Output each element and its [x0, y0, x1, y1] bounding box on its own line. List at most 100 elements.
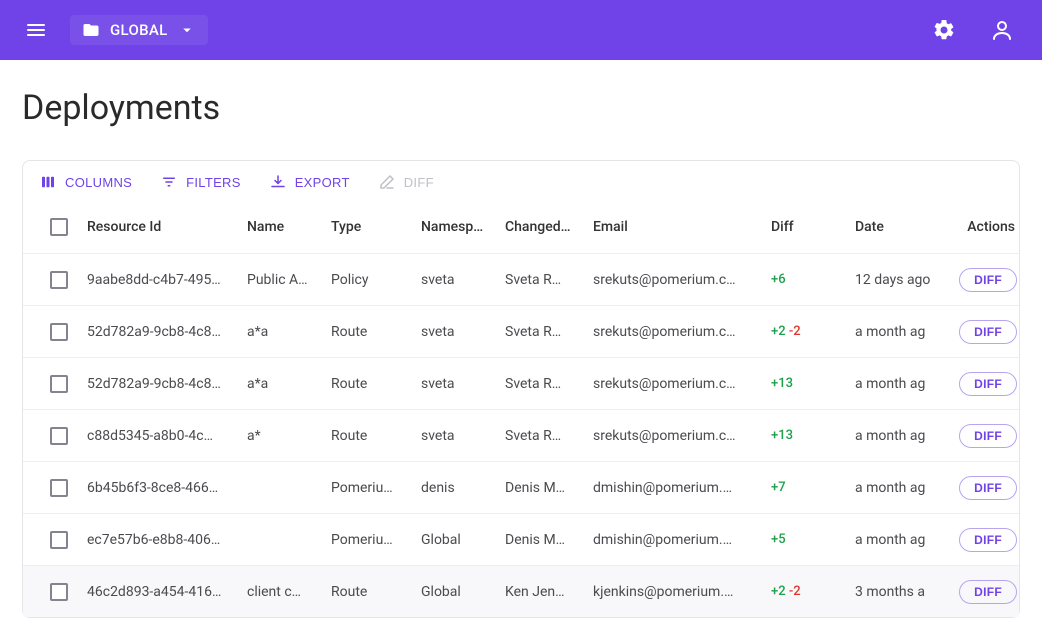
cell-actions: DIFF	[941, 528, 1033, 552]
folder-icon	[82, 21, 100, 39]
col-actions[interactable]: Actions	[941, 219, 1033, 235]
cell-date: a month ag	[849, 376, 941, 392]
cell-resource-id: 52d782a9-9cb8-4c8…	[81, 324, 241, 340]
cell-email: kjenkins@pomerium.…	[587, 584, 765, 600]
cell-namespace: sveta	[415, 376, 499, 392]
cell-changed-by: Denis M…	[499, 480, 587, 496]
cell-date: a month ag	[849, 480, 941, 496]
row-checkbox[interactable]	[50, 323, 68, 341]
cell-type: Pomeriu…	[325, 480, 415, 496]
cell-changed-by: Sveta R…	[499, 428, 587, 444]
cell-name: client c…	[241, 584, 325, 600]
gear-icon	[932, 18, 956, 42]
cell-diff: +6	[765, 272, 849, 287]
cell-diff: +5	[765, 532, 849, 547]
diff-plus: +2	[771, 584, 786, 599]
chevron-down-icon	[178, 21, 196, 39]
cell-namespace: Global	[415, 584, 499, 600]
table-row[interactable]: 46c2d893-a454-416…client c…RouteGlobalKe…	[23, 565, 1019, 617]
cell-actions: DIFF	[941, 424, 1033, 448]
cell-date: 3 months a	[849, 584, 941, 600]
col-date[interactable]: Date	[849, 219, 941, 235]
settings-button[interactable]	[924, 10, 964, 50]
cell-namespace: Global	[415, 532, 499, 548]
hamburger-icon	[24, 18, 48, 42]
cell-resource-id: 6b45b6f3-8ce8-466…	[81, 480, 241, 496]
cell-changed-by: Sveta R…	[499, 376, 587, 392]
cell-type: Route	[325, 584, 415, 600]
diff-row-button[interactable]: DIFF	[959, 528, 1017, 552]
menu-button[interactable]	[16, 10, 56, 50]
row-checkbox[interactable]	[50, 531, 68, 549]
app-bar: GLOBAL	[0, 0, 1042, 60]
cell-email: srekuts@pomerium.c…	[587, 428, 765, 444]
filters-button[interactable]: FILTERS	[160, 173, 241, 191]
diff-button: DIFF	[378, 173, 434, 191]
cell-namespace: sveta	[415, 272, 499, 288]
row-checkbox[interactable]	[50, 479, 68, 497]
diff-row-button[interactable]: DIFF	[959, 580, 1017, 604]
col-type[interactable]: Type	[325, 219, 415, 235]
diff-row-button[interactable]: DIFF	[959, 320, 1017, 344]
cell-name: a*a	[241, 376, 325, 392]
diff-minus: -2	[789, 324, 801, 339]
table-row[interactable]: c88d5345-a8b0-4c…a*RoutesvetaSveta R…sre…	[23, 409, 1019, 461]
cell-diff: +2 -2	[765, 324, 849, 339]
row-checkbox[interactable]	[50, 271, 68, 289]
diff-row-button[interactable]: DIFF	[959, 372, 1017, 396]
cell-type: Policy	[325, 272, 415, 288]
cell-resource-id: 52d782a9-9cb8-4c8…	[81, 376, 241, 392]
user-icon	[990, 18, 1014, 42]
table-row[interactable]: ec7e57b6-e8b8-406…Pomeriu…GlobalDenis M……	[23, 513, 1019, 565]
cell-actions: DIFF	[941, 580, 1033, 604]
col-namespace[interactable]: Namesp…	[415, 219, 499, 235]
col-changed-by[interactable]: Changed…	[499, 219, 587, 235]
export-button[interactable]: EXPORT	[269, 173, 350, 191]
cell-email: dmishin@pomerium.…	[587, 532, 765, 548]
diff-row-button[interactable]: DIFF	[959, 476, 1017, 500]
diff-plus: +2	[771, 324, 786, 339]
columns-icon	[39, 173, 57, 191]
data-grid: Resource Id Name Type Namesp… Changed… E…	[23, 201, 1019, 617]
table-card: COLUMNS FILTERS EXPORT DIFF	[22, 160, 1020, 618]
table-row[interactable]: 9aabe8dd-c4b7-495…Public A…PolicysvetaSv…	[23, 253, 1019, 305]
row-checkbox[interactable]	[50, 375, 68, 393]
filters-label: FILTERS	[186, 175, 241, 190]
cell-namespace: sveta	[415, 324, 499, 340]
cell-diff: +13	[765, 428, 849, 443]
filter-icon	[160, 173, 178, 191]
cell-actions: DIFF	[941, 372, 1033, 396]
col-name[interactable]: Name	[241, 219, 325, 235]
cell-actions: DIFF	[941, 320, 1033, 344]
profile-button[interactable]	[982, 10, 1022, 50]
cell-email: srekuts@pomerium.c…	[587, 324, 765, 340]
col-diff[interactable]: Diff	[765, 219, 849, 235]
cell-date: a month ag	[849, 324, 941, 340]
row-checkbox[interactable]	[50, 583, 68, 601]
diff-row-button[interactable]: DIFF	[959, 268, 1017, 292]
cell-email: srekuts@pomerium.c…	[587, 376, 765, 392]
cell-diff: +2 -2	[765, 584, 849, 599]
select-all-checkbox[interactable]	[50, 218, 68, 236]
cell-actions: DIFF	[941, 476, 1033, 500]
diff-plus: +7	[771, 480, 786, 495]
grid-header: Resource Id Name Type Namesp… Changed… E…	[23, 201, 1019, 253]
cell-changed-by: Sveta R…	[499, 272, 587, 288]
row-checkbox[interactable]	[50, 427, 68, 445]
cell-email: dmishin@pomerium.…	[587, 480, 765, 496]
diff-row-button[interactable]: DIFF	[959, 424, 1017, 448]
table-row[interactable]: 52d782a9-9cb8-4c8…a*aRoutesvetaSveta R…s…	[23, 305, 1019, 357]
columns-button[interactable]: COLUMNS	[39, 173, 132, 191]
cell-namespace: sveta	[415, 428, 499, 444]
table-toolbar: COLUMNS FILTERS EXPORT DIFF	[23, 161, 1019, 201]
table-row[interactable]: 6b45b6f3-8ce8-466…Pomeriu…denisDenis M…d…	[23, 461, 1019, 513]
cell-name: Public A…	[241, 272, 325, 288]
columns-label: COLUMNS	[65, 175, 132, 190]
table-row[interactable]: 52d782a9-9cb8-4c8…a*aRoutesvetaSveta R…s…	[23, 357, 1019, 409]
namespace-selector[interactable]: GLOBAL	[70, 15, 208, 45]
cell-resource-id: 46c2d893-a454-416…	[81, 584, 241, 600]
col-email[interactable]: Email	[587, 219, 765, 235]
cell-type: Route	[325, 376, 415, 392]
cell-changed-by: Denis M…	[499, 532, 587, 548]
col-resource-id[interactable]: Resource Id	[81, 219, 241, 235]
